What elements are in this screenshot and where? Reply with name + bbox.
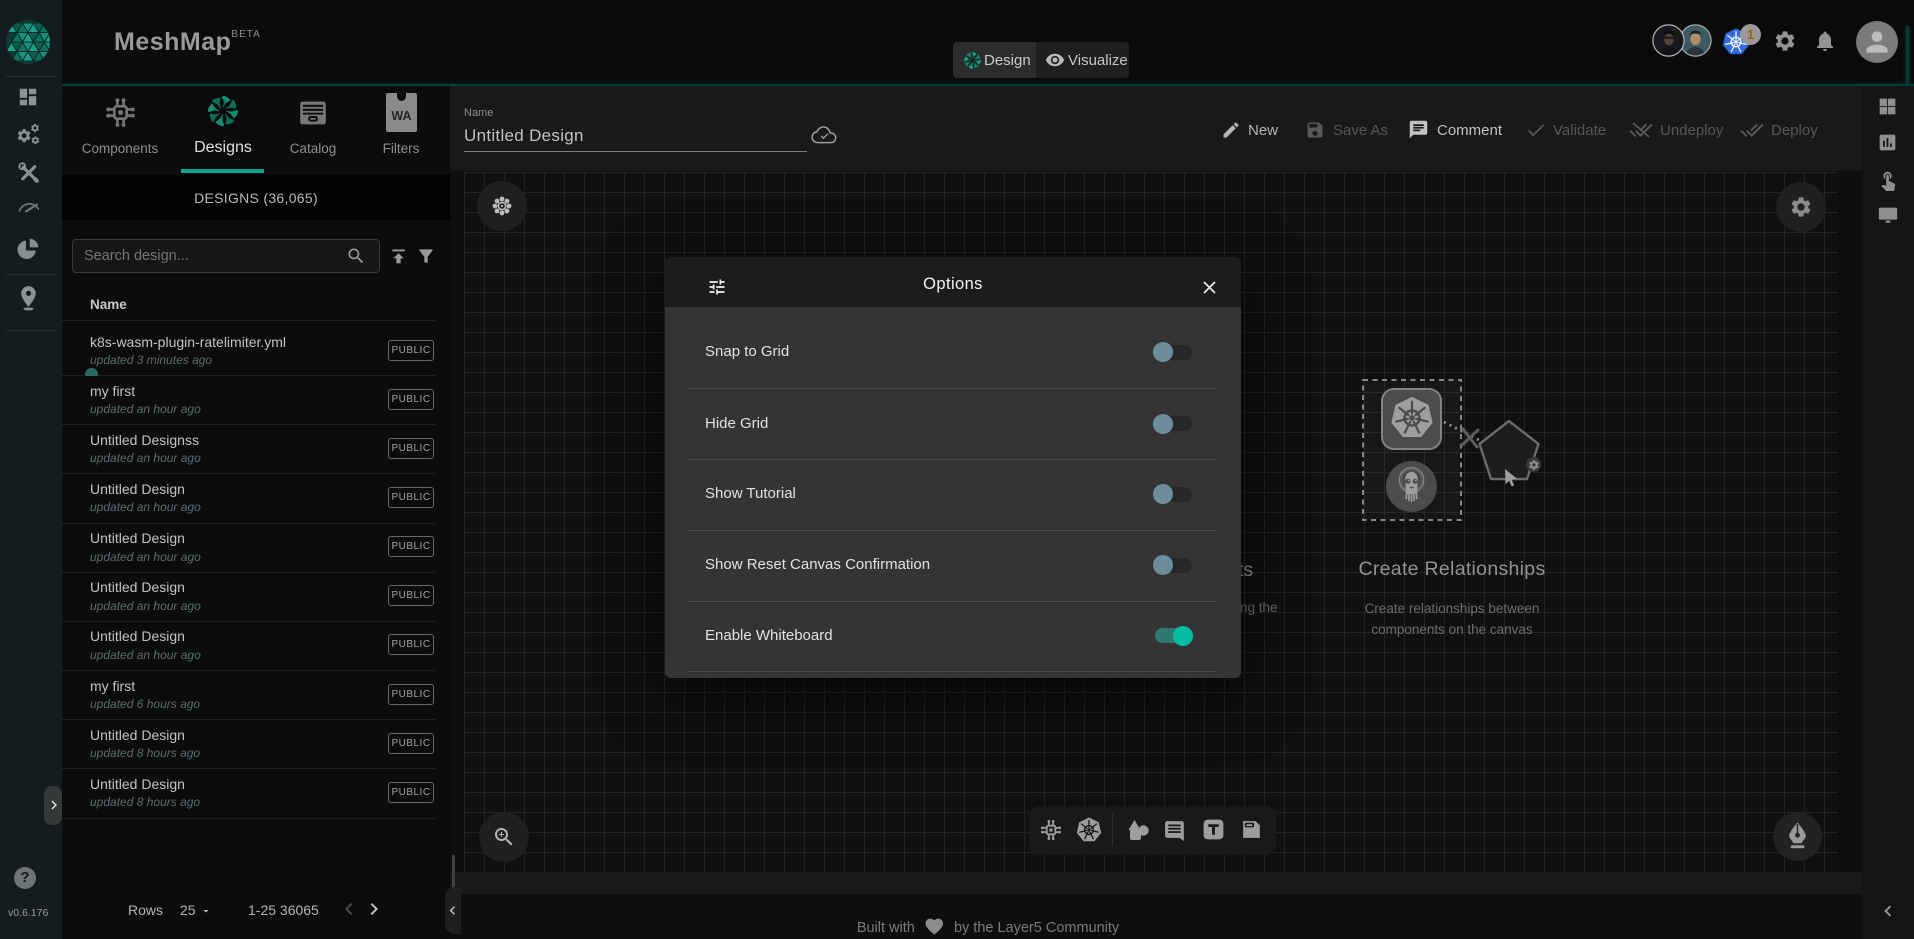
svg-text:WA: WA (391, 109, 411, 123)
